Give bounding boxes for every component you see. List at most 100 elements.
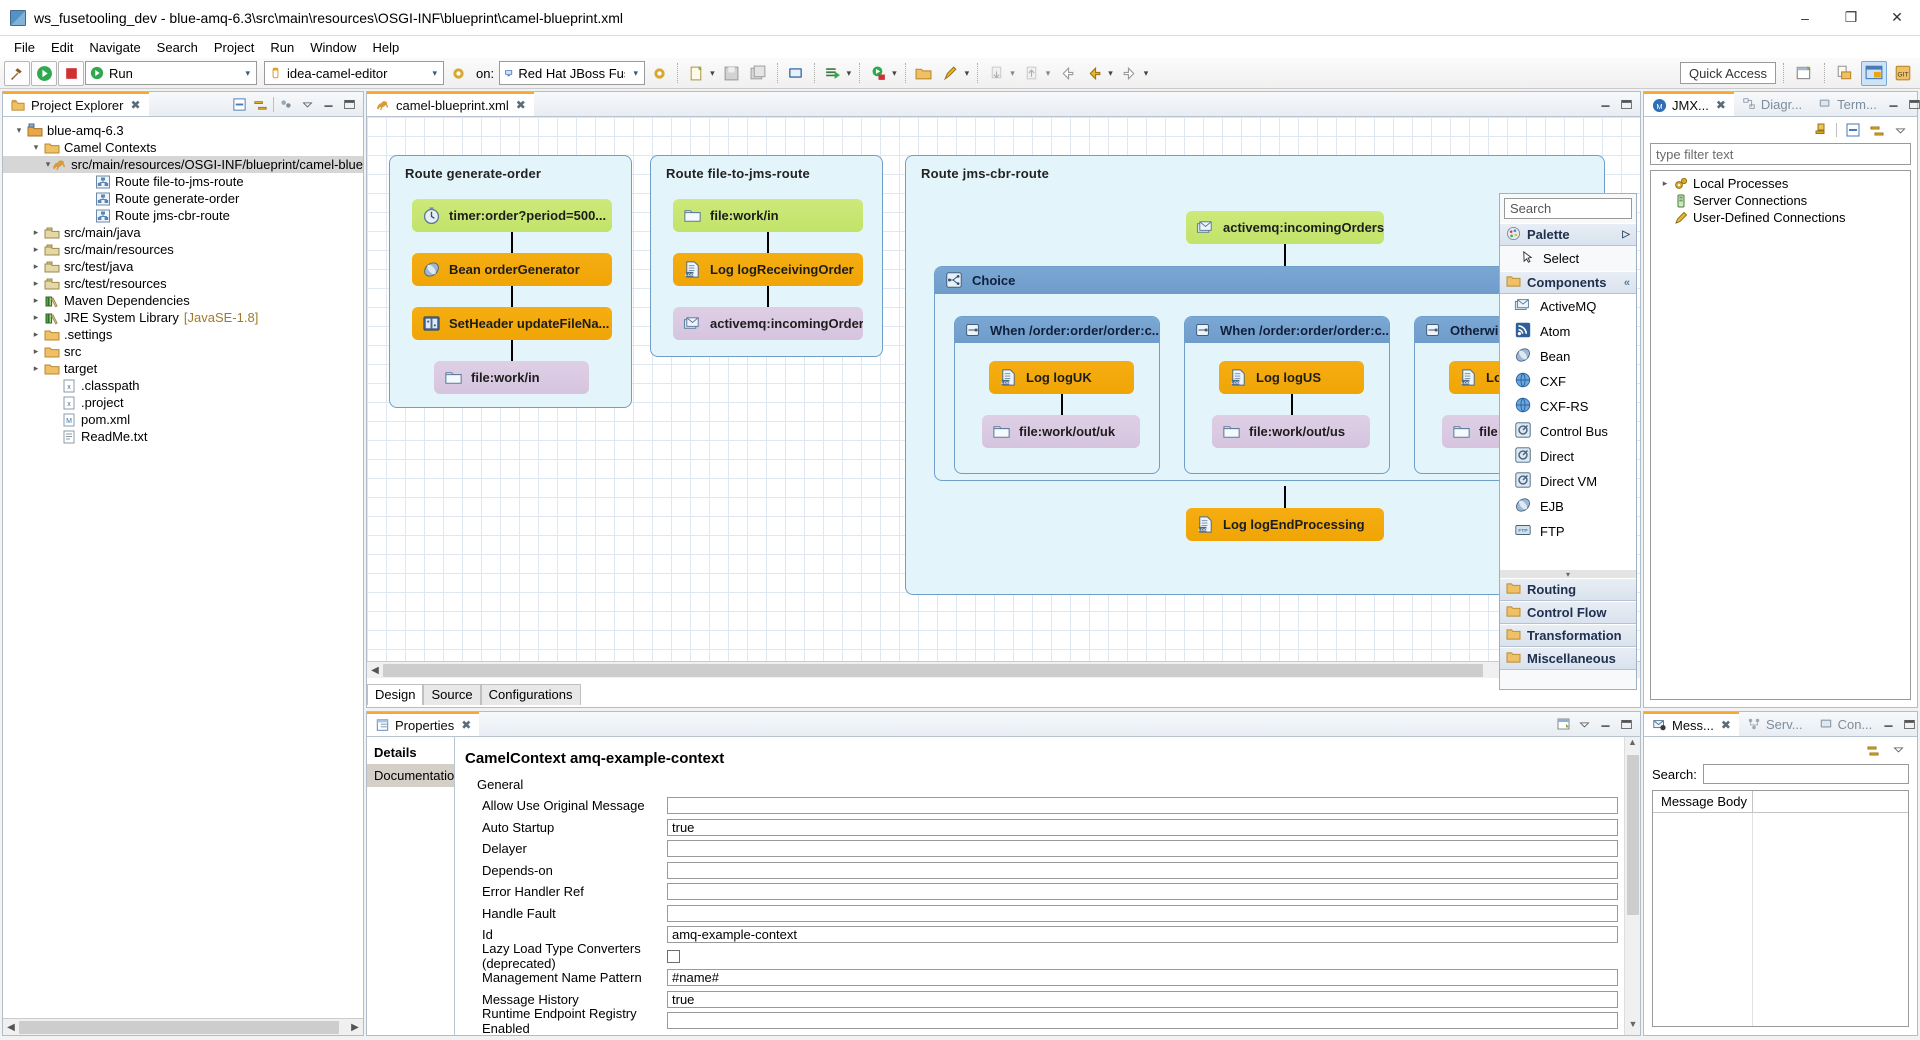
palette-component-cxf-rs[interactable]: CXF-RS bbox=[1500, 394, 1636, 419]
node-file-out-us[interactable]: file:work/out/us bbox=[1212, 415, 1370, 448]
collapse-drawer-icon[interactable]: « bbox=[1624, 277, 1630, 289]
link-with-editor-icon[interactable] bbox=[1868, 122, 1885, 139]
tree-item[interactable]: ReadMe.txt bbox=[3, 428, 363, 445]
property-input[interactable]: true bbox=[667, 819, 1618, 836]
node-log-receiving[interactable]: LOG Log logReceivingOrder bbox=[673, 253, 863, 286]
palette-search-input[interactable]: Search bbox=[1504, 198, 1632, 219]
chevron-right-icon[interactable]: ▸ bbox=[28, 295, 44, 306]
palette-component-direct-vm[interactable]: Direct VM bbox=[1500, 469, 1636, 494]
tree-item[interactable]: ▸target bbox=[3, 360, 363, 377]
property-input[interactable]: amq-example-context bbox=[667, 926, 1618, 943]
server-combo[interactable]: Red Hat JBoss Fuse 7.0 10 ▾ bbox=[499, 61, 645, 85]
git-perspective-icon[interactable]: GIT bbox=[1890, 61, 1916, 86]
tree-item[interactable]: ▸src/test/resources bbox=[3, 275, 363, 292]
project-tree[interactable]: ▾blue-amq-6.3▾Camel Contexts▾src/main/re… bbox=[3, 117, 363, 445]
palette-component-activemq[interactable]: ActiveMQ bbox=[1500, 294, 1636, 319]
property-input[interactable] bbox=[667, 840, 1618, 857]
save-icon[interactable] bbox=[719, 61, 745, 86]
launch-settings-gear-icon[interactable] bbox=[445, 61, 471, 86]
palette-drawer-components[interactable]: Components « bbox=[1500, 271, 1636, 294]
property-input[interactable]: #name# bbox=[667, 969, 1618, 986]
scroll-down-arrow-icon[interactable]: ▼ bbox=[1625, 1019, 1641, 1035]
view-menu-icon[interactable] bbox=[278, 96, 295, 113]
download-icon[interactable] bbox=[983, 61, 1009, 86]
minimize-panel-icon[interactable] bbox=[320, 96, 337, 113]
tab-terminal[interactable]: Term... bbox=[1810, 92, 1885, 116]
debug-icon[interactable] bbox=[865, 61, 891, 86]
chevron-right-icon[interactable]: ▸ bbox=[28, 329, 44, 340]
scroll-right-arrow-icon[interactable]: ▶ bbox=[347, 1022, 363, 1033]
palette-item-select[interactable]: Select bbox=[1500, 246, 1636, 271]
node-bean[interactable]: Bean orderGenerator bbox=[412, 253, 612, 286]
tab-project-explorer[interactable]: Project Explorer ✖ bbox=[3, 92, 149, 116]
minimize-panel-icon[interactable] bbox=[1880, 716, 1897, 733]
side-tab-details[interactable]: Details bbox=[367, 741, 454, 764]
tree-item[interactable]: ▾blue-amq-6.3 bbox=[3, 122, 363, 139]
node-log-end-processing[interactable]: LOG Log logEndProcessing bbox=[1186, 508, 1384, 541]
palette-component-list[interactable]: ActiveMQAtomBeanCXFCXF-RSControl BusDire… bbox=[1500, 294, 1636, 570]
view-menu-chevron-icon[interactable] bbox=[1890, 741, 1907, 758]
chevron-down-icon[interactable]: ▾ bbox=[241, 68, 254, 79]
jmx-tree-item[interactable]: Server Connections bbox=[1651, 192, 1910, 209]
property-input[interactable]: true bbox=[667, 991, 1618, 1008]
when-branch-uk[interactable]: When /order:order/order:c... LOG Log log… bbox=[954, 316, 1160, 474]
minimize-panel-icon[interactable] bbox=[1597, 96, 1614, 113]
chevron-right-icon[interactable]: ▸ bbox=[28, 244, 44, 255]
messages-search-input[interactable] bbox=[1703, 764, 1909, 784]
console-icon[interactable] bbox=[783, 61, 809, 86]
project-explorer-hscroll[interactable]: ◀ ▶ bbox=[3, 1018, 363, 1035]
menu-item-help[interactable]: Help bbox=[364, 38, 407, 57]
tab-source[interactable]: Source bbox=[423, 684, 480, 705]
property-input[interactable] bbox=[667, 1012, 1618, 1029]
when-branch-us[interactable]: When /order:order/order:c... LOG Log log… bbox=[1184, 316, 1390, 474]
collapse-all-icon[interactable] bbox=[231, 96, 248, 113]
maximize-panel-icon[interactable] bbox=[1618, 716, 1635, 733]
tree-item[interactable]: ▸src/test/java bbox=[3, 258, 363, 275]
build-hammer-icon[interactable] bbox=[4, 61, 30, 86]
close-icon[interactable]: ✖ bbox=[1716, 98, 1726, 112]
chevron-down-icon[interactable]: ▾ bbox=[847, 68, 855, 79]
run-icon[interactable] bbox=[31, 61, 57, 86]
chevron-down-icon[interactable]: ▾ bbox=[428, 68, 441, 79]
node-activemq-incoming[interactable]: activemq:incomingOrders bbox=[673, 307, 863, 340]
quick-fix-icon[interactable] bbox=[938, 61, 964, 86]
chevron-down-icon[interactable]: ▾ bbox=[1108, 68, 1116, 79]
chevron-down-icon[interactable]: ▾ bbox=[1010, 68, 1018, 79]
launch-target-combo[interactable]: idea-camel-editor ▾ bbox=[264, 61, 444, 85]
jmx-tree-item[interactable]: ▸Local Processes bbox=[1651, 175, 1910, 192]
tab-console[interactable]: Con... bbox=[1811, 712, 1881, 736]
node-file-work-in[interactable]: file:work/in bbox=[434, 361, 589, 394]
menu-item-edit[interactable]: Edit bbox=[43, 38, 81, 57]
minimize-button[interactable]: – bbox=[1782, 0, 1828, 36]
tree-item[interactable]: ▸JRE System Library[JavaSE-1.8] bbox=[3, 309, 363, 326]
maximize-panel-icon[interactable] bbox=[1618, 96, 1635, 113]
menu-item-run[interactable]: Run bbox=[262, 38, 302, 57]
tree-item[interactable]: x.project bbox=[3, 394, 363, 411]
maximize-panel-icon[interactable] bbox=[1901, 716, 1918, 733]
refresh-icon[interactable] bbox=[1864, 741, 1881, 758]
open-folder-icon[interactable] bbox=[911, 61, 937, 86]
back-navigation-icon[interactable] bbox=[1054, 61, 1080, 86]
tab-jmx-navigator[interactable]: M JMX... ✖ bbox=[1644, 92, 1734, 116]
jmx-tree-item[interactable]: User-Defined Connections bbox=[1651, 209, 1910, 226]
canvas-hscroll[interactable]: ◀ ▶ bbox=[367, 661, 1640, 678]
node-activemq-source[interactable]: activemq:incomingOrders bbox=[1186, 211, 1384, 244]
property-input[interactable] bbox=[667, 905, 1618, 922]
tree-item[interactable]: Mpom.xml bbox=[3, 411, 363, 428]
link-with-editor-icon[interactable] bbox=[252, 96, 269, 113]
tab-servers[interactable]: Serv... bbox=[1739, 712, 1811, 736]
maximize-button[interactable]: ❐ bbox=[1828, 0, 1874, 36]
side-tab-documentation[interactable]: Documentation bbox=[367, 764, 454, 787]
close-icon[interactable]: ✖ bbox=[130, 98, 140, 112]
property-input[interactable] bbox=[667, 883, 1618, 900]
palette-component-cxf[interactable]: CXF bbox=[1500, 369, 1636, 394]
tree-item[interactable]: Route jms-cbr-route bbox=[3, 207, 363, 224]
tree-item[interactable]: Route file-to-jms-route bbox=[3, 173, 363, 190]
scroll-left-arrow-icon[interactable]: ◀ bbox=[3, 1022, 19, 1033]
chevron-right-icon[interactable]: ▸ bbox=[28, 227, 44, 238]
palette-drawer-control-flow[interactable]: Control Flow bbox=[1500, 601, 1636, 624]
upload-icon[interactable] bbox=[1019, 61, 1045, 86]
chevron-right-icon[interactable]: ▷ bbox=[1622, 229, 1630, 240]
tree-item[interactable]: ▸src bbox=[3, 343, 363, 360]
menu-item-search[interactable]: Search bbox=[149, 38, 206, 57]
